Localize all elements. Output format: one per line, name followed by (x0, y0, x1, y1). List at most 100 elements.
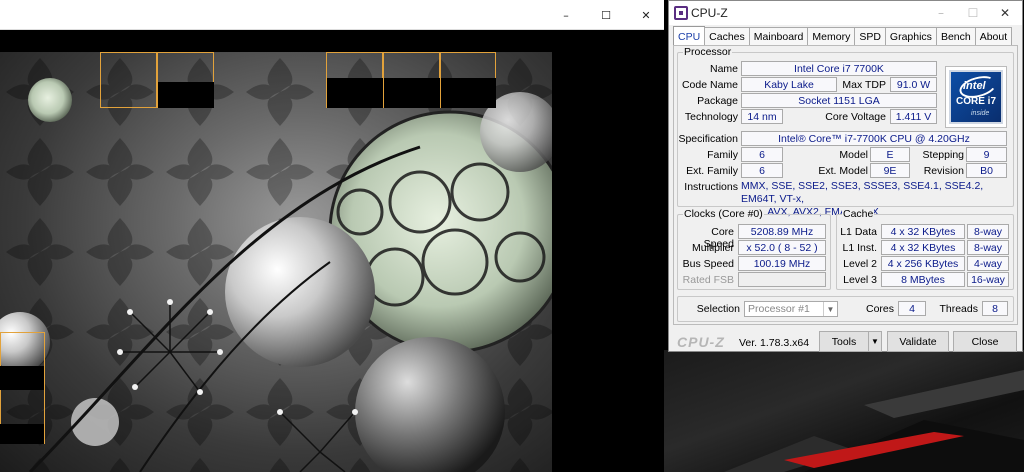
render-window-unused-area (552, 30, 664, 472)
render-tile-pending (0, 424, 44, 444)
cpuz-logo-icon (674, 6, 688, 20)
technology-label: Technology (684, 111, 738, 123)
cache-group: Cache L1 Data 4 x 32 KBytes 8-way L1 Ins… (836, 208, 1014, 290)
clocks-group: Clocks (Core #0) Core Speed 5208.89 MHz … (677, 208, 831, 290)
tab-cpu[interactable]: CPU (673, 26, 706, 46)
render-tile-pending (0, 366, 44, 390)
render-tile-pending (441, 78, 496, 108)
processor-group: Processor Name Intel Core i7 7700K Code … (677, 46, 1014, 218)
validate-button[interactable]: Validate (887, 331, 949, 352)
tab-about[interactable]: About (974, 27, 1013, 46)
revision-value: B0 (966, 163, 1007, 178)
render-window: – ☐ ✕ (0, 0, 664, 472)
benchmark-render-scene (0, 52, 552, 472)
codename-label: Code Name (681, 79, 738, 91)
cache-row-way: 4-way (967, 256, 1009, 271)
maxtdp-value: 91.0 W (890, 77, 937, 92)
threads-label: Threads (939, 303, 978, 315)
name-value: Intel Core i7 7700K (741, 61, 937, 76)
corevoltage-value: 1.411 V (890, 109, 937, 124)
tab-bar: CPU Caches Mainboard Memory SPD Graphics… (673, 26, 1013, 46)
cache-row-way: 8-way (967, 240, 1009, 255)
package-label: Package (697, 95, 738, 107)
close-icon[interactable]: ✕ (989, 1, 1021, 25)
stepping-label: Stepping (922, 149, 964, 161)
maxtdp-label: Max TDP (842, 79, 886, 91)
wallpaper-artwork (724, 370, 1024, 472)
processor-group-label: Processor (683, 46, 733, 58)
technology-value: 14 nm (741, 109, 783, 124)
cores-label: Cores (865, 303, 894, 315)
name-label: Name (709, 63, 738, 75)
busspeed-value: 100.19 MHz (738, 256, 826, 271)
cache-row-size: 4 x 32 KBytes (881, 240, 965, 255)
tab-spd[interactable]: SPD (854, 27, 886, 46)
desktop-wallpaper (664, 350, 1024, 472)
cpuz-window: CPU-Z – ☐ ✕ CPU Caches Mainboard Memory … (668, 0, 1023, 352)
extfamily-value: 6 (741, 163, 783, 178)
cache-row-label: Level 2 (843, 258, 877, 270)
extmodel-value: 9E (870, 163, 910, 178)
cache-row-size: 4 x 256 KBytes (881, 256, 965, 271)
specification-value: Intel® Core™ i7-7700K CPU @ 4.20GHz (741, 131, 1007, 146)
ornament-artwork (0, 52, 552, 472)
tab-memory[interactable]: Memory (807, 27, 856, 46)
selection-group: Selection Processor #1 ▼ Cores 4 Threads… (677, 296, 1014, 322)
package-value: Socket 1151 LGA (741, 93, 937, 108)
cpu-tab-panel: Processor Name Intel Core i7 7700K Code … (673, 45, 1018, 325)
cache-row-size: 4 x 32 KBytes (881, 224, 965, 239)
busspeed-label: Bus Speed (682, 258, 734, 270)
cpuz-brand-text: CPU-Z (677, 334, 725, 350)
corevoltage-label: Core Voltage (825, 111, 886, 123)
cache-row-size: 8 MBytes (881, 272, 965, 287)
multiplier-label: Multiplier (691, 242, 734, 254)
cache-row-way: 8-way (967, 224, 1009, 239)
cores-value: 4 (898, 301, 926, 316)
model-value: E (870, 147, 910, 162)
maximize-icon[interactable]: ☐ (957, 1, 989, 25)
maximize-icon[interactable]: ☐ (588, 0, 624, 30)
stepping-value: 9 (966, 147, 1007, 162)
extmodel-label: Ext. Model (818, 165, 868, 177)
processor-select[interactable]: Processor #1 ▼ (744, 301, 838, 317)
codename-value: Kaby Lake (741, 77, 837, 92)
close-icon[interactable]: ✕ (628, 0, 664, 30)
tab-graphics[interactable]: Graphics (884, 27, 937, 46)
window-title: CPU-Z (691, 6, 728, 20)
tools-dropdown-icon[interactable]: ▼ (868, 331, 882, 352)
tools-button[interactable]: Tools (819, 331, 869, 352)
specification-label: Specification (678, 133, 738, 145)
corespeed-value: 5208.89 MHz (738, 224, 826, 239)
clocks-group-label: Clocks (Core #0) (683, 208, 764, 220)
render-tile-pending (384, 78, 440, 108)
family-value: 6 (741, 147, 783, 162)
cpuz-titlebar: CPU-Z – ☐ ✕ (669, 1, 1022, 25)
revision-label: Revision (923, 165, 964, 177)
chevron-down-icon: ▼ (823, 302, 837, 316)
family-label: Family (707, 149, 738, 161)
render-window-titlebar: – ☐ ✕ (0, 0, 664, 30)
cache-row-way: 16-way (967, 272, 1009, 287)
intel-core-i7-logo: intel CORE i7 inside (945, 66, 1007, 128)
cache-row-label: L1 Inst. (842, 242, 877, 254)
cache-group-label: Cache (842, 208, 875, 220)
ratedfsb-label: Rated FSB (682, 274, 734, 286)
ratedfsb-value (738, 272, 826, 287)
extfamily-label: Ext. Family (686, 165, 738, 177)
multiplier-value: x 52.0 ( 8 - 52 ) (738, 240, 826, 255)
cache-row-label: L1 Data (840, 226, 877, 238)
version-text: Ver. 1.78.3.x64 (739, 337, 810, 349)
render-tile (100, 52, 157, 108)
tab-bench[interactable]: Bench (935, 27, 976, 46)
model-label: Model (839, 149, 868, 161)
screen: – ☐ ✕ CPU-Z – ☐ ✕ CPU Caches Mainboard M… (0, 0, 1024, 472)
tab-caches[interactable]: Caches (704, 27, 750, 46)
instructions-label: Instructions (684, 181, 738, 193)
minimize-icon[interactable]: – (548, 0, 584, 30)
threads-value: 8 (982, 301, 1008, 316)
close-button[interactable]: Close (953, 331, 1017, 352)
cache-row-label: Level 3 (843, 274, 877, 286)
tab-mainboard[interactable]: Mainboard (748, 27, 809, 46)
selection-label: Selection (696, 303, 740, 315)
minimize-icon[interactable]: – (925, 1, 957, 25)
